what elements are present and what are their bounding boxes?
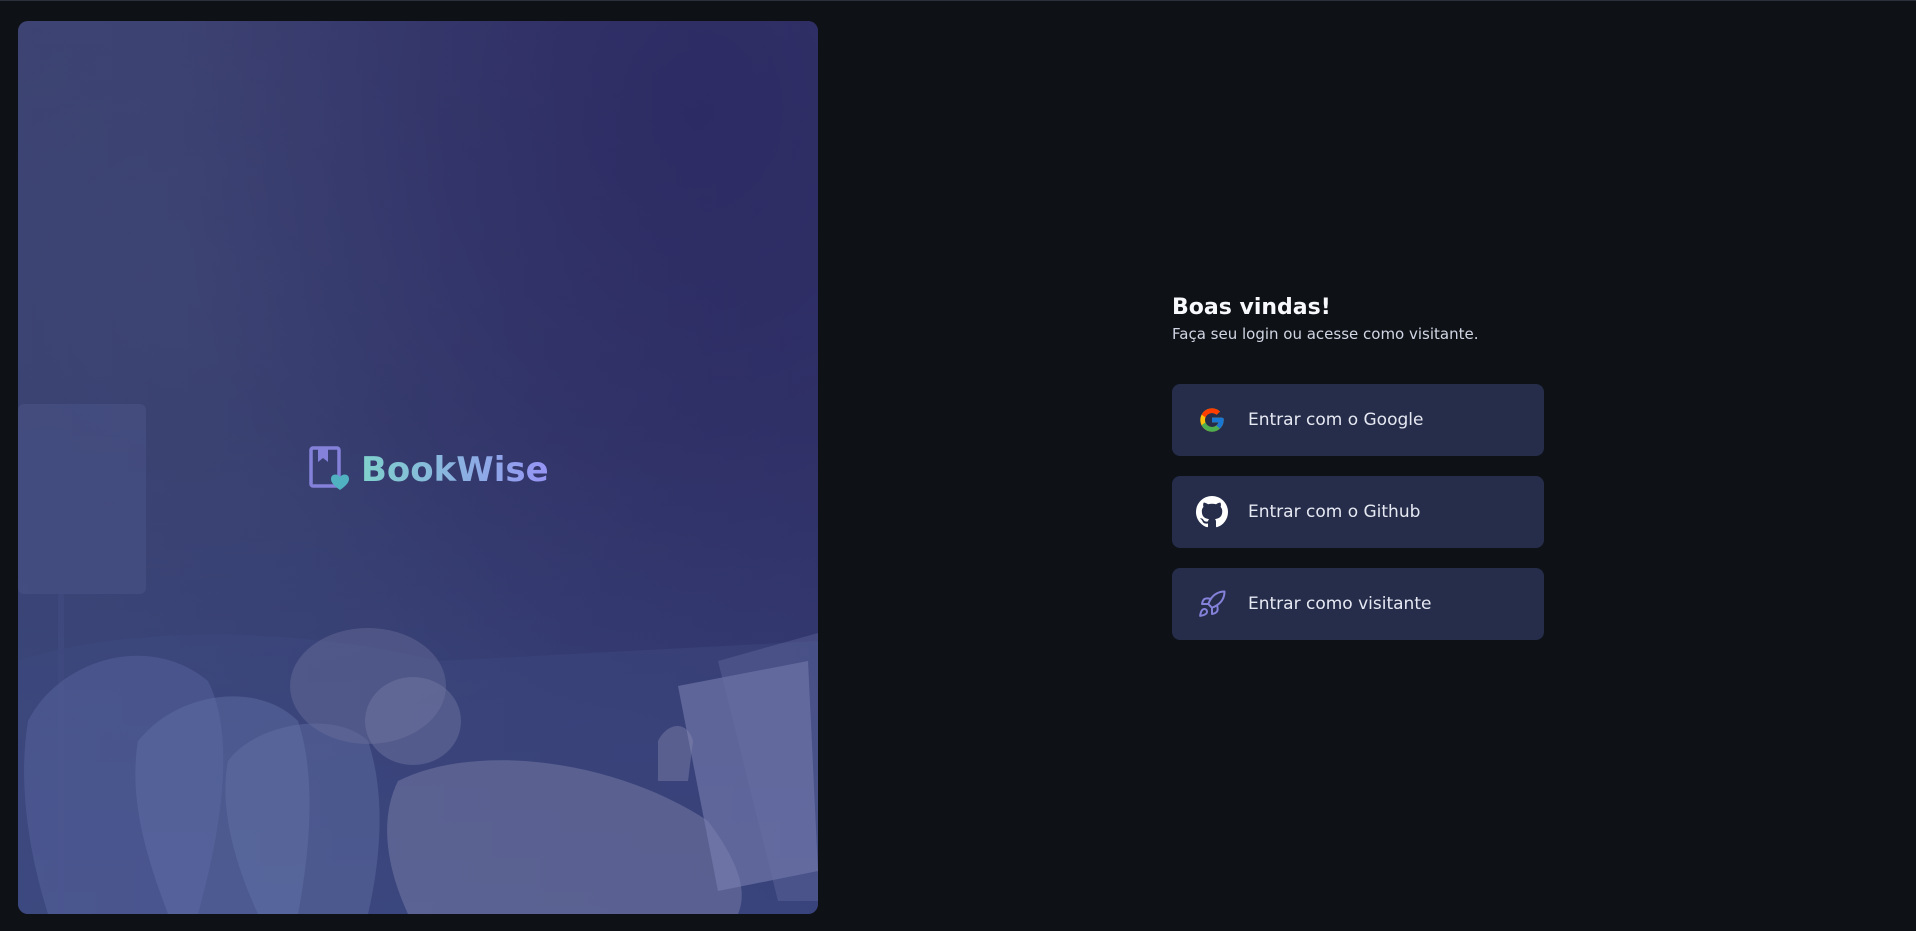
google-login-button[interactable]: Entrar com o Google	[1172, 384, 1544, 456]
book-heart-icon	[309, 446, 349, 494]
rocket-icon	[1196, 588, 1228, 620]
login-options: Entrar com o Google Entrar com o Github …	[1172, 384, 1544, 640]
top-divider	[0, 0, 1916, 1]
guest-login-button[interactable]: Entrar como visitante	[1172, 568, 1544, 640]
brand-name: BookWise	[361, 450, 549, 490]
github-login-label: Entrar com o Github	[1248, 502, 1421, 522]
google-icon	[1196, 404, 1228, 436]
guest-login-label: Entrar como visitante	[1248, 594, 1432, 614]
welcome-subtitle: Faça seu login ou acesse como visitante.	[1172, 325, 1479, 343]
google-login-label: Entrar com o Google	[1248, 410, 1424, 430]
github-login-button[interactable]: Entrar com o Github	[1172, 476, 1544, 548]
github-icon	[1196, 496, 1228, 528]
welcome-title: Boas vindas!	[1172, 295, 1331, 320]
brand-logo: BookWise	[309, 446, 549, 494]
hero-panel: BookWise	[18, 21, 818, 914]
login-panel: Boas vindas! Faça seu login ou acesse co…	[1172, 294, 1544, 640]
